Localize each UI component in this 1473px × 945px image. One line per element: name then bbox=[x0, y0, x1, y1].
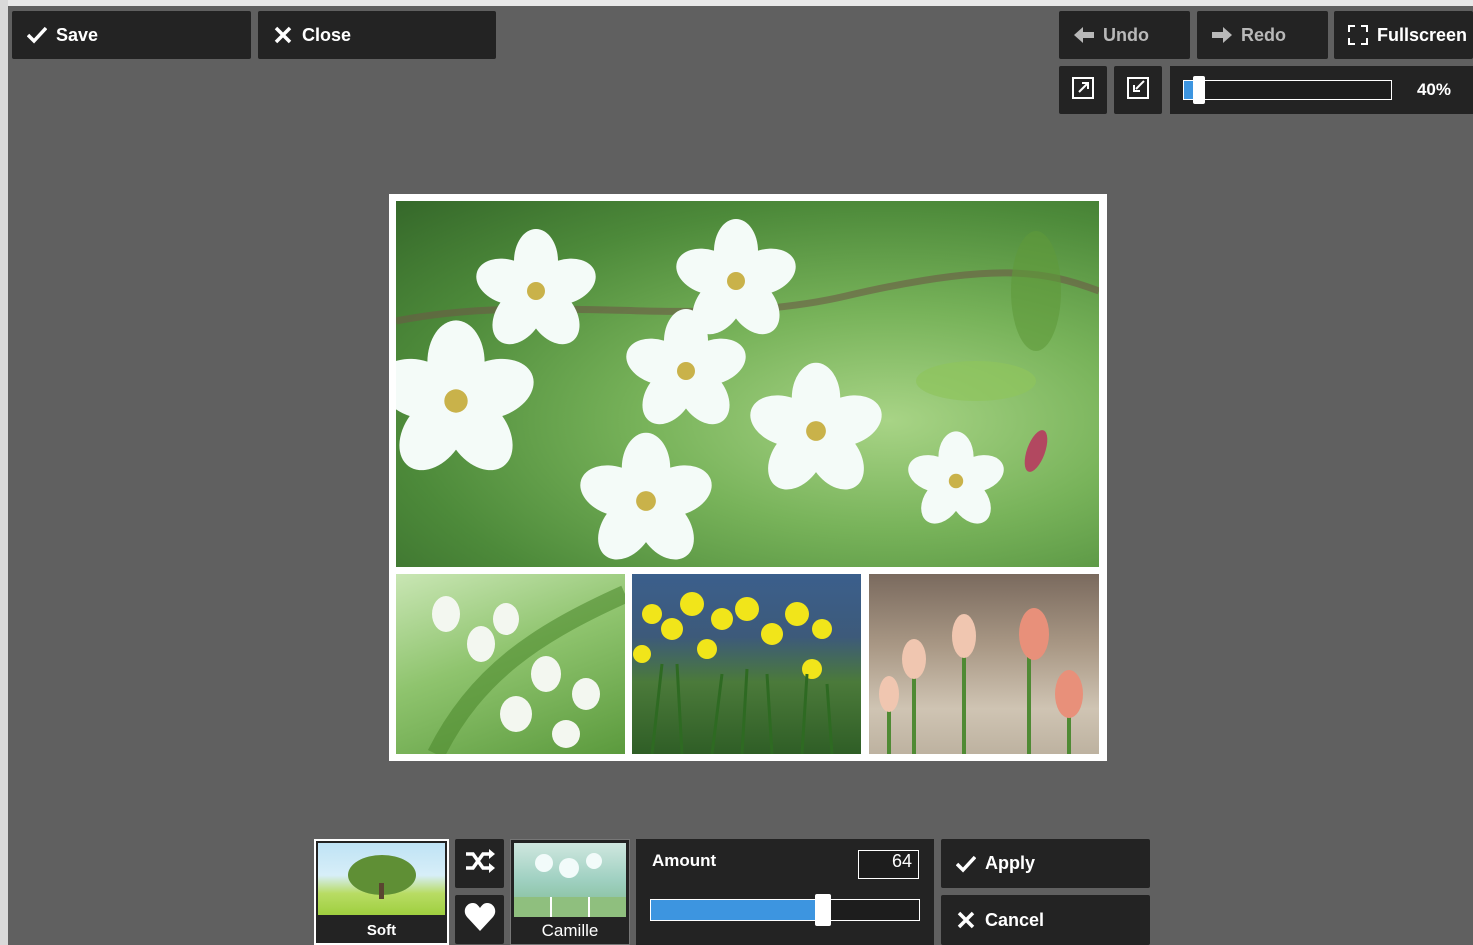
amount-input[interactable]: 64 bbox=[858, 850, 919, 879]
arrow-left-icon bbox=[1073, 27, 1095, 43]
amount-slider-track[interactable] bbox=[650, 899, 920, 921]
heart-icon bbox=[464, 902, 496, 937]
cancel-label: Cancel bbox=[985, 909, 1045, 930]
zoom-value: 40% bbox=[1416, 80, 1451, 99]
close-button[interactable]: Close bbox=[258, 11, 496, 59]
close-icon bbox=[955, 911, 977, 929]
photo-daffodils bbox=[632, 574, 861, 754]
preset-soft-preview bbox=[318, 843, 445, 915]
save-label: Save bbox=[56, 24, 99, 45]
undo-button[interactable]: Undo bbox=[1059, 11, 1190, 59]
favorite-button[interactable] bbox=[455, 895, 504, 944]
photo-tulips bbox=[869, 574, 1099, 754]
zoom-out-button[interactable] bbox=[1114, 66, 1162, 114]
save-button[interactable]: Save bbox=[12, 11, 251, 59]
checkmark-icon bbox=[26, 26, 48, 44]
shuffle-icon bbox=[464, 847, 496, 880]
photo-lily-of-the-valley bbox=[396, 574, 625, 754]
amount-label: Amount bbox=[652, 851, 717, 870]
shuffle-button[interactable] bbox=[455, 839, 504, 888]
apply-label: Apply bbox=[985, 853, 1036, 873]
amount-slider-handle[interactable] bbox=[815, 894, 831, 926]
preset-soft[interactable]: Soft bbox=[314, 839, 449, 945]
amount-slider-fill bbox=[651, 900, 824, 920]
top-edge bbox=[0, 0, 1473, 6]
arrow-right-icon bbox=[1211, 27, 1233, 43]
left-edge bbox=[0, 0, 8, 945]
fullscreen-button[interactable]: Fullscreen bbox=[1334, 11, 1473, 59]
undo-label: Undo bbox=[1103, 24, 1149, 45]
zoom-in-button[interactable] bbox=[1059, 66, 1107, 114]
expand-icon bbox=[1071, 76, 1095, 105]
close-icon bbox=[272, 26, 294, 44]
preset-camille-preview bbox=[514, 843, 626, 917]
photo-cherry-blossoms bbox=[396, 201, 1099, 567]
fullscreen-icon bbox=[1347, 25, 1369, 45]
zoom-slider-handle[interactable] bbox=[1193, 76, 1205, 104]
apply-button[interactable]: Apply bbox=[941, 839, 1150, 888]
checkmark-icon bbox=[955, 855, 977, 873]
fullscreen-label: Fullscreen bbox=[1377, 24, 1468, 45]
image-canvas[interactable] bbox=[389, 194, 1107, 761]
preset-camille-label: Camille bbox=[541, 921, 599, 940]
preset-camille[interactable]: Camille bbox=[510, 839, 630, 945]
shrink-icon bbox=[1126, 76, 1150, 105]
redo-button[interactable]: Redo bbox=[1197, 11, 1328, 59]
preset-soft-label: Soft bbox=[366, 922, 397, 939]
amount-panel: Amount 64 bbox=[636, 839, 934, 945]
zoom-slider-track[interactable] bbox=[1183, 80, 1392, 100]
close-label: Close bbox=[302, 24, 352, 45]
cancel-button[interactable]: Cancel bbox=[941, 895, 1150, 945]
zoom-panel: 40% bbox=[1170, 66, 1473, 114]
redo-label: Redo bbox=[1241, 24, 1286, 45]
